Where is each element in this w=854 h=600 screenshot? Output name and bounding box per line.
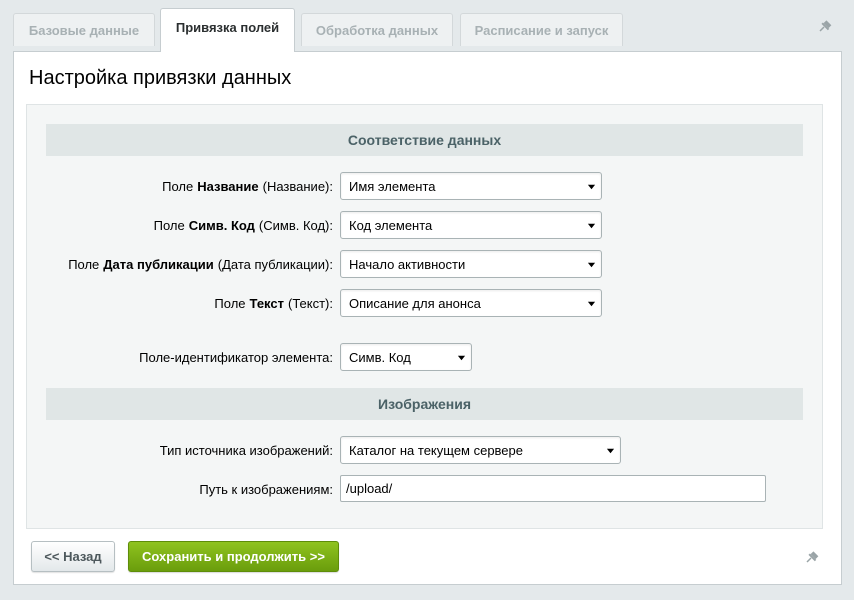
pin-icon[interactable]: [804, 549, 820, 565]
field-label: Поле Дата публикации (Дата публикации):: [68, 250, 333, 278]
field-row-identifier: Поле-идентификатор элемента: Симв. Код: [27, 343, 824, 371]
date-field-select[interactable]: Начало активности: [340, 250, 602, 278]
label-text: Путь к изображениям:: [199, 481, 333, 497]
label-text: Поле-идентификатор элемента:: [139, 349, 333, 365]
identifier-select[interactable]: Симв. Код: [340, 343, 472, 371]
tab-data-processing[interactable]: Обработка данных: [301, 13, 453, 46]
select-value: Код элемента: [349, 217, 433, 233]
label-prefix: Поле: [68, 256, 100, 272]
image-path-input[interactable]: [340, 475, 766, 502]
select-value: Каталог на текущем сервере: [349, 442, 524, 458]
caret-down-icon: [587, 262, 596, 268]
page-title: Настройка привязки данных: [29, 67, 292, 89]
section-title: Соответствие данных: [347, 132, 502, 148]
settings-form: Соответствие данных Поле Название (Назва…: [26, 104, 823, 529]
field-label: Поле Текст (Текст):: [214, 289, 333, 317]
image-path-label: Путь к изображениям:: [199, 475, 333, 503]
caret-down-icon: [587, 223, 596, 229]
label-prefix: Поле: [153, 217, 185, 233]
back-button[interactable]: << Назад: [31, 541, 115, 572]
caret-down-icon: [587, 301, 596, 307]
text-field-select[interactable]: Описание для анонса: [340, 289, 602, 317]
label-suffix: (Симв. Код):: [258, 217, 333, 233]
select-value: Симв. Код: [349, 349, 411, 365]
select-value: Имя элемента: [349, 178, 436, 194]
caret-down-icon: [606, 448, 615, 454]
name-field-select[interactable]: Имя элемента: [340, 172, 602, 200]
label-name: Дата публикации: [103, 256, 214, 272]
identifier-label: Поле-идентификатор элемента:: [139, 343, 333, 371]
section-header-images: Изображения: [46, 388, 803, 420]
field-row-code: Поле Симв. Код (Симв. Код): Код элемента: [27, 211, 824, 239]
label-name: Симв. Код: [188, 217, 255, 233]
select-value: Начало активности: [349, 256, 466, 272]
field-row-image-source: Тип источника изображений: Каталог на те…: [27, 436, 824, 464]
select-value: Описание для анонса: [349, 295, 481, 311]
field-row-name: Поле Название (Название): Имя элемента: [27, 172, 824, 200]
code-field-select[interactable]: Код элемента: [340, 211, 602, 239]
section-header-mapping: Соответствие данных: [46, 124, 803, 156]
field-label: Поле Название (Название):: [162, 172, 333, 200]
pin-icon[interactable]: [817, 18, 833, 34]
tab-label: Базовые данные: [28, 22, 140, 38]
label-prefix: Поле: [162, 178, 194, 194]
label-suffix: (Текст):: [288, 295, 333, 311]
section-title: Изображения: [378, 396, 471, 412]
label-name: Название: [197, 178, 259, 194]
tab-schedule-run[interactable]: Расписание и запуск: [460, 13, 623, 46]
field-row-text: Поле Текст (Текст): Описание для анонса: [27, 289, 824, 317]
label-name: Текст: [249, 295, 284, 311]
tab-field-binding[interactable]: Привязка полей: [160, 8, 295, 52]
caret-down-icon: [457, 355, 466, 361]
field-label: Поле Симв. Код (Симв. Код):: [154, 211, 333, 239]
save-continue-button[interactable]: Сохранить и продолжить >>: [128, 541, 339, 572]
image-source-select[interactable]: Каталог на текущем сервере: [340, 436, 621, 464]
caret-down-icon: [587, 184, 596, 190]
settings-card: Настройка привязки данных Соответствие д…: [13, 51, 842, 585]
label-prefix: Поле: [214, 295, 246, 311]
tab-label: Расписание и запуск: [474, 22, 609, 38]
tab-label: Обработка данных: [315, 22, 439, 38]
tab-label: Привязка полей: [175, 20, 280, 35]
field-row-image-path: Путь к изображениям:: [27, 475, 824, 503]
label-text: Тип источника изображений:: [159, 442, 333, 458]
label-suffix: (Дата публикации):: [217, 256, 333, 272]
field-row-date: Поле Дата публикации (Дата публикации): …: [27, 250, 824, 278]
image-source-label: Тип источника изображений:: [160, 436, 333, 464]
label-suffix: (Название):: [262, 178, 333, 194]
tab-basic-data[interactable]: Базовые данные: [13, 13, 155, 46]
